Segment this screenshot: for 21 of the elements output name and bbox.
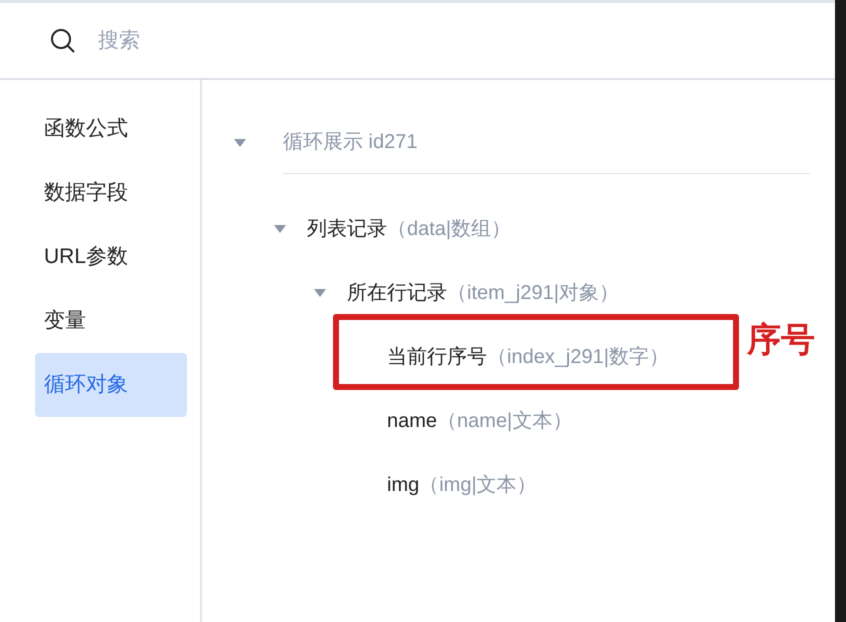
caret-down-icon[interactable] — [314, 288, 326, 298]
caret-down-icon[interactable] — [234, 138, 246, 148]
search-field[interactable]: 搜索 — [98, 24, 498, 56]
annotation-label: 序号 — [747, 320, 815, 360]
tree-node-type: （data|数组） — [387, 217, 512, 242]
tree-node-label[interactable]: 列表记录 — [307, 214, 387, 244]
sidebar-item[interactable]: URL参数 — [35, 225, 187, 289]
tree-node-type: （item_j291|对象） — [447, 281, 619, 306]
search-icon — [50, 28, 76, 54]
sidebar-item[interactable]: 变量 — [35, 289, 187, 353]
sidebar-item[interactable]: 循环对象 — [35, 353, 187, 417]
tree-node-label[interactable]: name — [387, 406, 438, 436]
tree-node-type: （img|文本） — [419, 473, 537, 498]
sidebar-item[interactable]: 函数公式 — [35, 97, 187, 161]
tree-node-label[interactable]: img — [387, 470, 420, 500]
tree-node-type: （index_j291|数字） — [487, 345, 669, 370]
tree-node-label[interactable]: 所在行记录 — [347, 278, 447, 308]
tree-node-type: （name|文本） — [437, 409, 572, 434]
sidebar-item[interactable]: 数据字段 — [35, 161, 187, 225]
tree-node-label[interactable]: 当前行序号 — [387, 342, 487, 372]
caret-down-icon[interactable] — [274, 224, 286, 234]
